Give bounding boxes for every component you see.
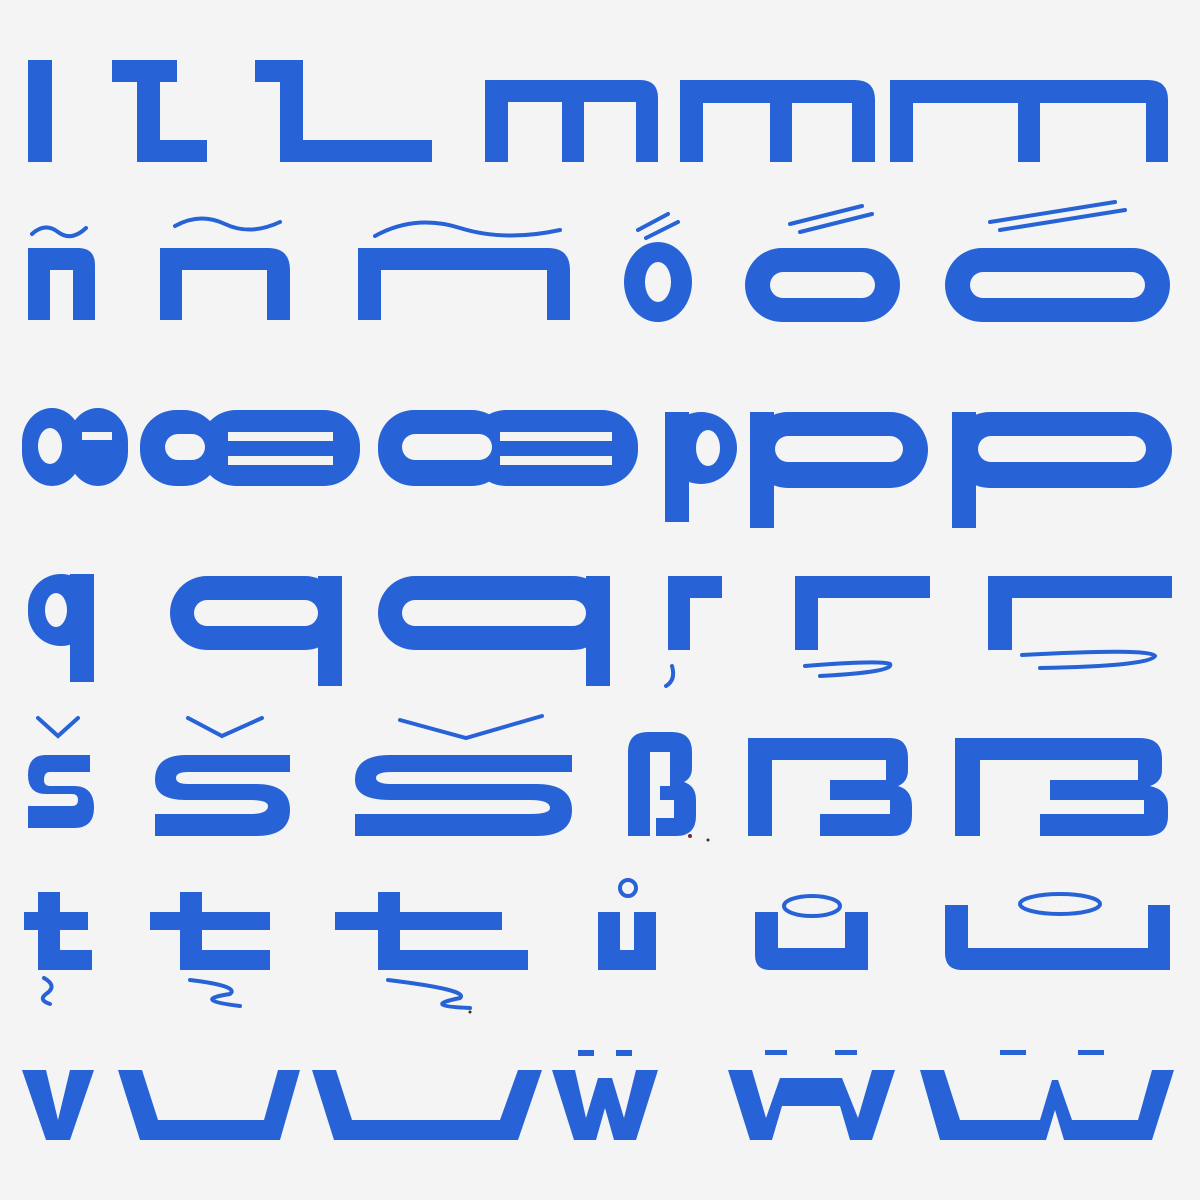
glyph-l-narrow: l <box>28 60 52 162</box>
glyph-oe-extra-wide: œ <box>505 420 515 430</box>
glyph-specimen-sheet: l l l m m m ñ ñ ñ ő ő ő œ œ œ œ p p p q … <box>0 0 1200 1200</box>
glyph-oe-medium: œ <box>140 410 360 486</box>
